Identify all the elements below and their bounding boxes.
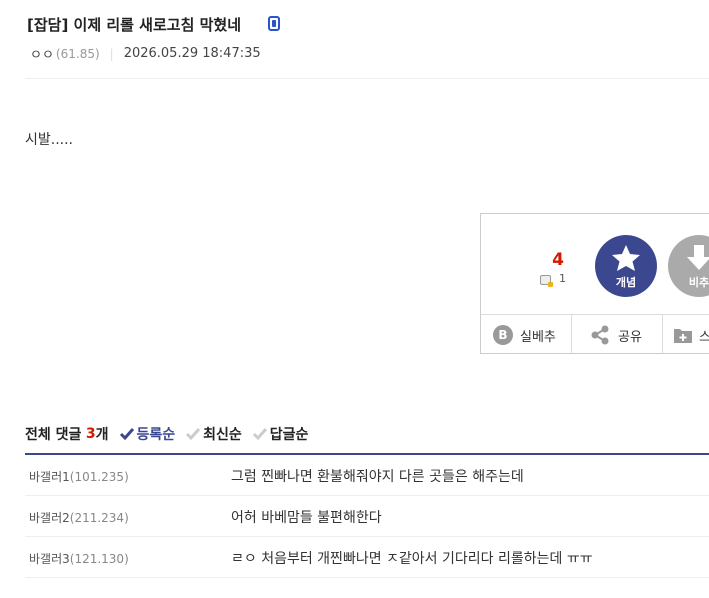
checkmark-icon: [186, 428, 201, 441]
post-body: 시발.....: [25, 132, 74, 148]
sort-latest-label: 최신순: [203, 427, 242, 443]
post-title: [잡담] 이제 리롤 새로고침 막혔네: [27, 16, 242, 34]
recommend-count: 4: [552, 250, 564, 270]
post-meta: ㅇㅇ (61.85) | 2026.05.29 18:47:35: [30, 44, 261, 63]
arrow-down-icon: [687, 245, 709, 270]
fixed-recommend-count: 1: [559, 272, 566, 285]
comment-text: 그럼 찐빠나면 환불해줘야지 다른 곳들은 해주는데: [231, 469, 524, 485]
scrap-button[interactable]: 스: [663, 315, 709, 353]
checkmark-icon: [252, 428, 267, 441]
b-badge-icon: B: [493, 325, 513, 345]
sort-replies-label: 답글순: [269, 427, 309, 443]
comment-row: 바갤러2(211.234) 어허 바베맘들 불편해한다: [25, 496, 709, 537]
sort-registered-label: 등록순: [136, 427, 176, 443]
comment-row: 바갤러1(101.235) 그럼 찐빠나면 환불해줘야지 다른 곳들은 해주는데: [25, 455, 709, 496]
upvote-button[interactable]: 개념: [595, 235, 657, 297]
comment-writer[interactable]: 바갤러1(101.235): [29, 468, 129, 485]
comment-header-label: 전체 댓글: [25, 427, 82, 443]
share-icon: [591, 325, 609, 345]
folder-add-icon: [674, 329, 692, 343]
sort-latest[interactable]: 최신순: [185, 424, 242, 444]
meta-divider: |: [109, 46, 114, 61]
share-button[interactable]: 공유: [572, 315, 663, 353]
fixed-recommend-icon: [540, 275, 553, 287]
share-label: 공유: [618, 329, 642, 345]
comment-row: 바갤러3(121.130) ㄹㅇ 처음부터 개찐빠나면 ㅈ같아서 기다리다 리롤…: [25, 537, 709, 578]
post-date: 2026.05.29 18:47:35: [123, 46, 261, 61]
comment-writer[interactable]: 바갤러2(211.234): [29, 509, 129, 526]
mobile-icon: [268, 16, 280, 31]
comment-count-unit: 개: [95, 427, 109, 443]
comment-writer-ip: (121.130): [69, 552, 129, 566]
vote-area: 4 1 개념 비추: [481, 214, 709, 314]
comment-writer-ip: (211.234): [69, 511, 129, 525]
author-nick[interactable]: ㅇㅇ: [30, 44, 54, 63]
comment-writer-name: 바갤러3: [29, 552, 70, 566]
comment-count: 3: [85, 426, 96, 442]
comment-writer-ip: (101.235): [69, 470, 129, 484]
comment-writer-name: 바갤러2: [29, 511, 70, 525]
header-divider: [25, 78, 709, 79]
sort-replies[interactable]: 답글순: [252, 424, 309, 444]
real-best-recommend-button[interactable]: B 실베추: [481, 315, 572, 353]
star-icon: [612, 245, 640, 271]
checkmark-icon: [119, 428, 134, 441]
comment-writer[interactable]: 바갤러3(121.130): [29, 550, 129, 567]
real-best-label: 실베추: [520, 329, 556, 345]
comment-writer-name: 바갤러1: [29, 470, 70, 484]
vote-actions: B 실베추 공유 스: [481, 314, 709, 353]
sort-registered[interactable]: 등록순: [119, 424, 176, 444]
downvote-label: 비추: [688, 276, 709, 289]
comment-text: ㄹㅇ 처음부터 개찐빠나면 ㅈ같아서 기다리다 리롤하는데 ㅠㅠ: [231, 551, 593, 567]
comment-header: 전체 댓글 3개 등록순 최신순 답글순: [25, 424, 318, 444]
comment-text: 어허 바베맘들 불편해한다: [231, 510, 382, 526]
upvote-label: 개념: [615, 276, 637, 289]
author-ip: (61.85): [55, 46, 100, 61]
vote-box: 4 1 개념 비추 B 실베추 공유: [480, 213, 709, 354]
scrap-label: 스: [699, 326, 709, 345]
downvote-button[interactable]: 비추: [668, 235, 709, 297]
